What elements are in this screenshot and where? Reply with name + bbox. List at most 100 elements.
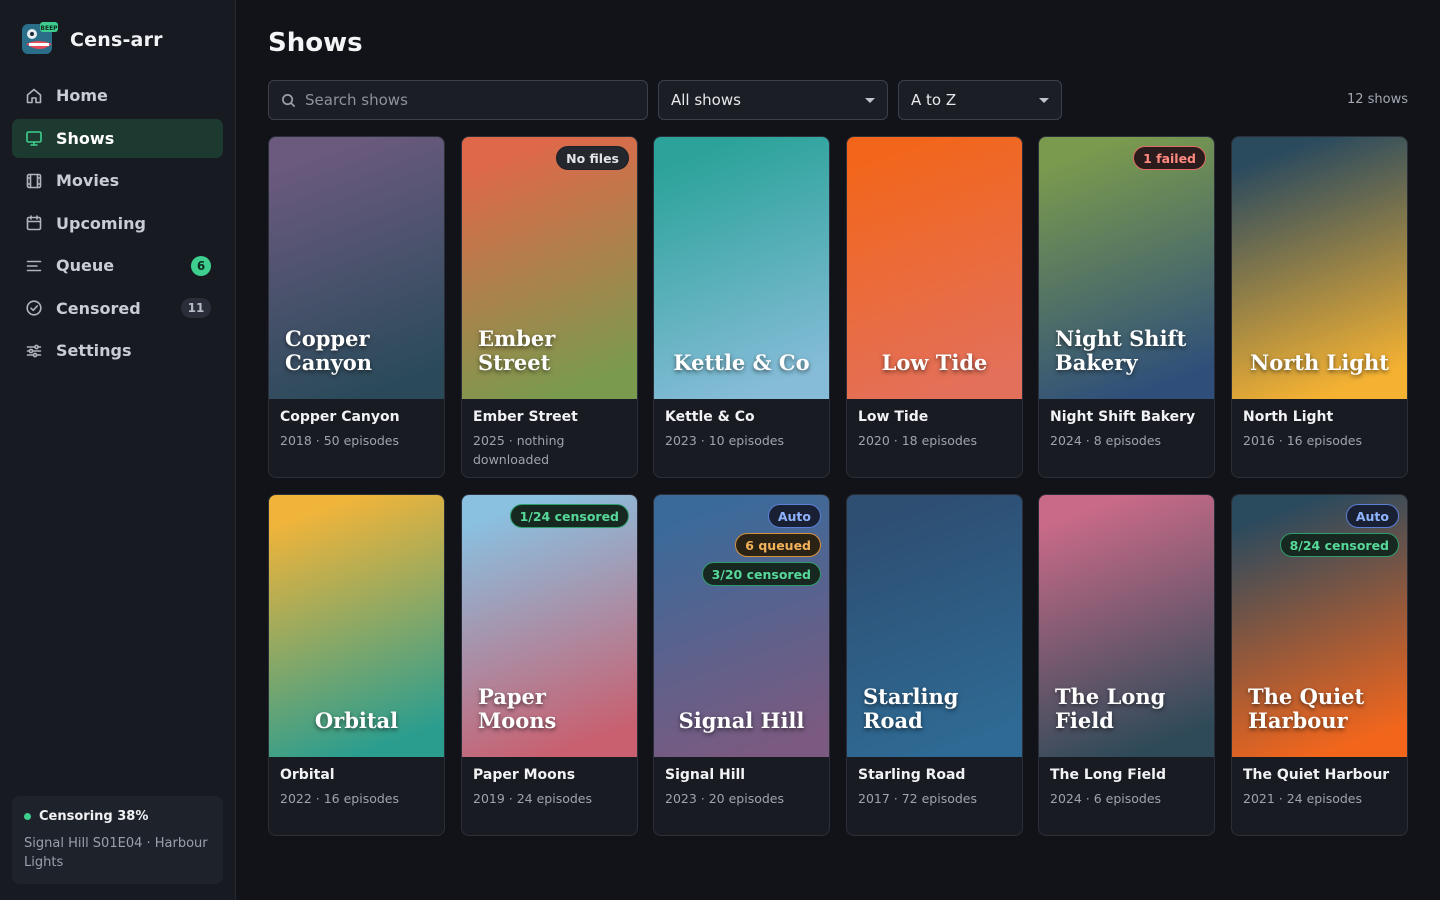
sidebar-item-label: Settings	[56, 341, 132, 360]
filter-select-value: All shows	[671, 91, 741, 109]
poster-title-text: Ember Street	[478, 326, 556, 375]
search-box[interactable]	[268, 80, 648, 120]
sidebar-nav: Home Shows Movies Upcoming Queue 6 Censo…	[12, 76, 223, 374]
sidebar-item-shows[interactable]: Shows	[12, 118, 223, 158]
show-poster: The Quiet Harbour Auto 8/24 censored	[1232, 495, 1407, 757]
show-card[interactable]: Signal Hill Auto 6 queued 3/20 censored Sign…	[653, 494, 830, 836]
poster-title-text: Kettle & Co	[673, 350, 810, 375]
show-title: Copper Canyon	[280, 409, 400, 425]
poster-title: Paper Moons	[462, 685, 637, 733]
sidebar-item-queue[interactable]: Queue 6	[12, 246, 223, 285]
show-poster: Signal Hill Auto 6 queued 3/20 censored	[654, 495, 829, 757]
sort-select[interactable]: A to Z	[898, 80, 1062, 120]
show-subtitle: 2019 · 24 episodes	[473, 791, 593, 806]
sidebar-item-label: Queue	[56, 256, 115, 275]
main-content: Shows All shows A to Z 12 shows Copper C…	[236, 0, 1440, 900]
show-poster: Orbital	[269, 495, 444, 757]
show-card[interactable]: Night Shift Bakery 1 failed Night Shift Ba…	[1038, 136, 1215, 478]
show-title: Low Tide	[858, 409, 929, 425]
show-poster: Night Shift Bakery 1 failed	[1039, 137, 1214, 399]
sidebar-item-movies[interactable]: Movies	[12, 161, 223, 200]
show-meta: Orbital 2022 · 16 episodes	[280, 767, 436, 808]
sidebar-item-upcoming[interactable]: Upcoming	[12, 204, 223, 243]
sliders-icon	[25, 342, 43, 360]
show-poster: North Light	[1232, 137, 1407, 399]
status-badge: Auto	[767, 504, 821, 528]
show-meta: Night Shift Bakery 2024 · 8 episodes	[1050, 409, 1206, 450]
status-badge: 1/24 censored	[509, 504, 629, 528]
status-badge: 3/20 censored	[701, 562, 821, 586]
poster-title-text: Night Shift Bakery	[1055, 326, 1187, 375]
censoring-status-card[interactable]: Censoring 38% Signal Hill S01E04 · Harbo…	[12, 796, 223, 884]
show-card[interactable]: Starling Road Starling Road 2017 · 72 epis…	[846, 494, 1023, 836]
badge-stack: Auto 6 queued 3/20 censored	[701, 504, 821, 586]
sidebar-item-label: Movies	[56, 171, 120, 190]
show-poster: Ember Street No files	[462, 137, 637, 399]
poster-title-text: Starling Road	[863, 684, 959, 733]
show-poster: Starling Road	[847, 495, 1022, 757]
poster-title: Orbital	[269, 709, 444, 733]
show-title: Kettle & Co	[665, 409, 755, 425]
show-subtitle: 2025 · nothing downloaded	[473, 433, 565, 467]
status-detail: Signal Hill S01E04 · Harbour Lights	[24, 836, 208, 870]
calendar-icon	[25, 214, 43, 232]
show-meta: Copper Canyon 2018 · 50 episodes	[280, 409, 436, 450]
search-input[interactable]	[305, 91, 625, 109]
tv-icon	[25, 129, 43, 147]
show-meta: Ember Street 2025 · nothing downloaded	[473, 409, 629, 469]
show-card[interactable]: Low Tide Low Tide 2020 · 18 episodes	[846, 136, 1023, 478]
app-name: Cens-arr	[70, 29, 163, 51]
status-title-row: Censoring 38%	[24, 809, 211, 824]
poster-title: Starling Road	[847, 685, 1022, 733]
censored-count-badge: 11	[181, 298, 211, 318]
sidebar-item-censored[interactable]: Censored 11	[12, 289, 223, 328]
show-card[interactable]: The Long Field The Long Field 2024 · 6 epi…	[1038, 494, 1215, 836]
show-title: The Long Field	[1050, 767, 1166, 783]
filter-select[interactable]: All shows	[658, 80, 888, 120]
show-count: 12 shows	[1346, 92, 1408, 107]
badge-stack: 1 failed	[1133, 146, 1206, 170]
badge-stack: No files	[556, 146, 629, 170]
page-title: Shows	[268, 28, 363, 58]
show-card[interactable]: Orbital Orbital 2022 · 16 episodes	[268, 494, 445, 836]
show-title: Orbital	[280, 767, 335, 783]
show-poster: Kettle & Co	[654, 137, 829, 399]
sidebar: BEEP Cens-arr Home Shows Movies Upcoming…	[0, 0, 236, 900]
show-meta: North Light 2016 · 16 episodes	[1243, 409, 1399, 450]
poster-title: Kettle & Co	[654, 351, 829, 375]
search-icon	[282, 93, 296, 107]
show-subtitle: 2023 · 20 episodes	[665, 791, 785, 806]
poster-title: North Light	[1232, 351, 1407, 375]
poster-title-text: Orbital	[314, 708, 399, 733]
queue-icon	[25, 257, 43, 275]
status-badge: 1 failed	[1133, 146, 1206, 170]
show-poster: Paper Moons 1/24 censored	[462, 495, 637, 757]
show-subtitle: 2024 · 8 episodes	[1050, 433, 1162, 448]
home-icon	[25, 87, 43, 105]
show-card[interactable]: North Light North Light 2016 · 16 episodes	[1231, 136, 1408, 478]
show-card[interactable]: Paper Moons 1/24 censored Paper Moons 2019 …	[461, 494, 638, 836]
show-card[interactable]: Copper Canyon Copper Canyon 2018 · 50 epis…	[268, 136, 445, 478]
show-card[interactable]: Kettle & Co Kettle & Co 2023 · 10 episodes	[653, 136, 830, 478]
check-circle-icon	[25, 299, 43, 317]
app-logo-icon: BEEP	[20, 20, 60, 60]
show-subtitle: 2022 · 16 episodes	[280, 791, 400, 806]
show-card[interactable]: The Quiet Harbour Auto 8/24 censored The Qu…	[1231, 494, 1408, 836]
show-subtitle: 2017 · 72 episodes	[858, 791, 978, 806]
status-title: Censoring 38%	[39, 809, 149, 824]
sidebar-item-home[interactable]: Home	[12, 76, 223, 115]
poster-title: Copper Canyon	[269, 327, 444, 375]
poster-title: Night Shift Bakery	[1039, 327, 1214, 375]
show-title: North Light	[1243, 409, 1334, 425]
poster-title-text: Paper Moons	[478, 684, 557, 733]
sidebar-item-settings[interactable]: Settings	[12, 331, 223, 370]
poster-title-text: Low Tide	[881, 350, 988, 375]
show-subtitle: 2016 · 16 episodes	[1243, 433, 1363, 448]
chevron-down-icon	[1039, 98, 1049, 103]
status-badge: No files	[556, 146, 629, 170]
queue-count-badge: 6	[191, 255, 211, 276]
show-card[interactable]: Ember Street No files Ember Street 2025 · n…	[461, 136, 638, 478]
brand[interactable]: BEEP Cens-arr	[20, 20, 163, 60]
film-icon	[25, 172, 43, 190]
show-meta: Paper Moons 2019 · 24 episodes	[473, 767, 629, 808]
